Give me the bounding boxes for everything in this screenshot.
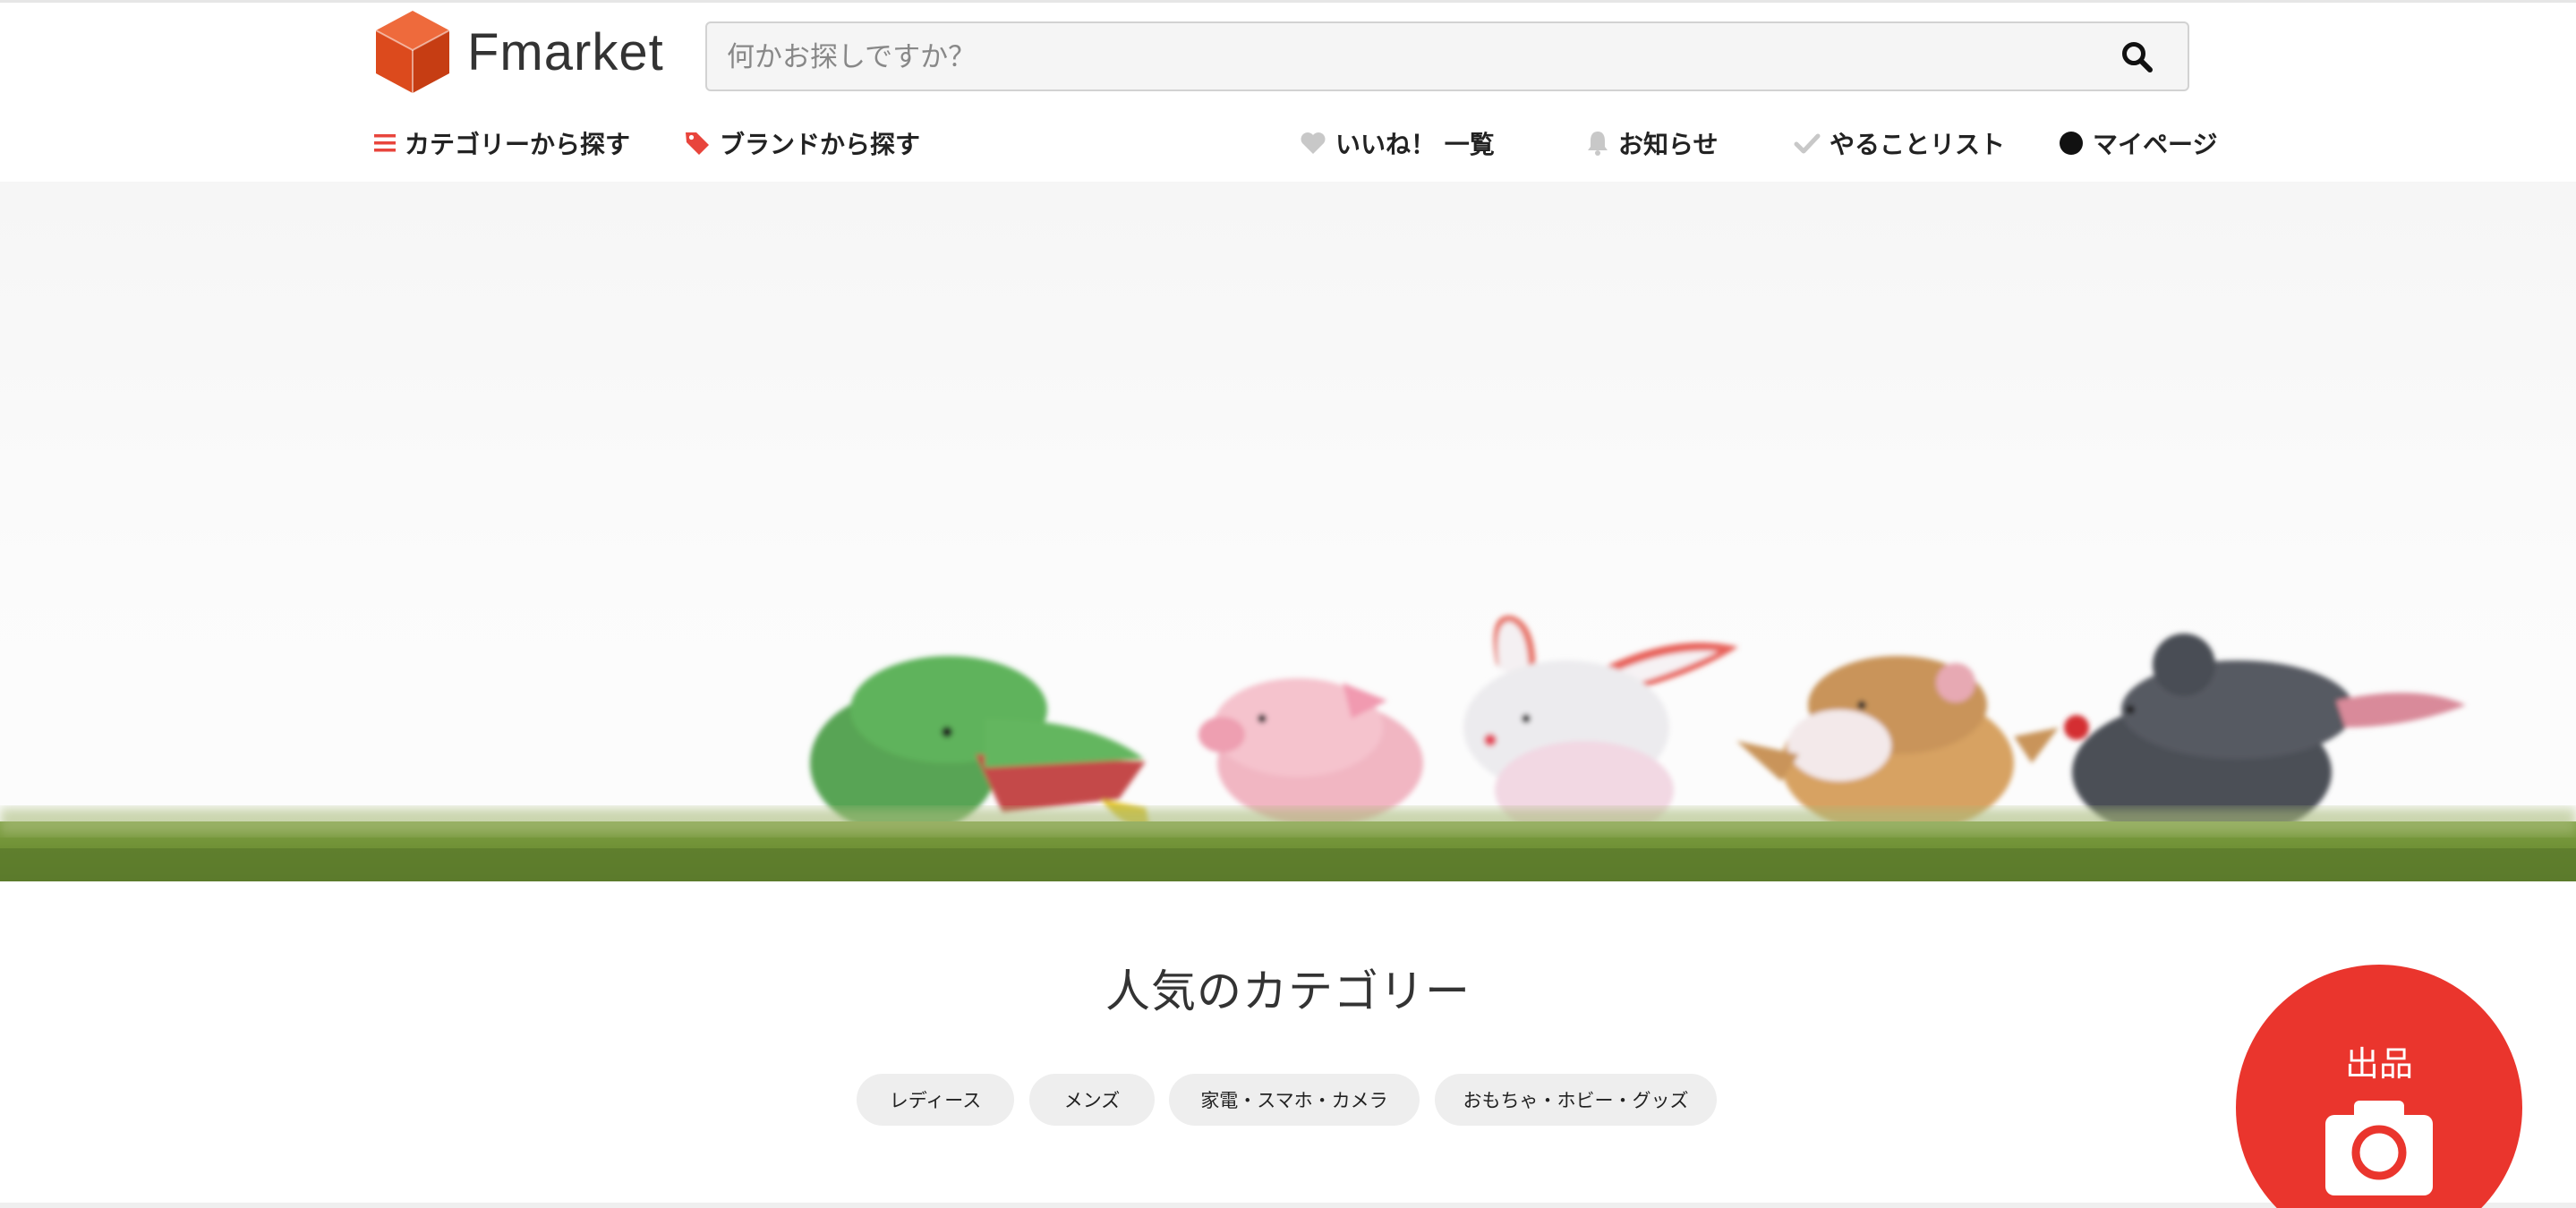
hero-image: [0, 615, 2576, 881]
menu-icon: [374, 134, 396, 152]
category-chip-list: レディース メンズ 家電・スマホ・カメラ おもちゃ・ホビー・グッズ: [0, 1074, 2576, 1127]
nav-todo-label: やることリスト: [1830, 130, 2006, 159]
category-chip-toys-hobby[interactable]: おもちゃ・ホビー・グッズ: [1435, 1074, 1717, 1126]
sell-label: 出品: [2344, 1044, 2413, 1084]
nav-todo[interactable]: やることリスト: [1794, 125, 2005, 161]
nav-notifications-label: お知らせ: [1618, 130, 1719, 159]
hero-banner[interactable]: [0, 182, 2576, 881]
search-button[interactable]: [2120, 39, 2155, 75]
nav-mypage[interactable]: マイページ: [2059, 125, 2217, 161]
category-chip-mens[interactable]: メンズ: [1029, 1074, 1155, 1126]
bell-icon: [1588, 132, 1608, 156]
white-rabbit-puppet: [1463, 615, 1738, 839]
pink-pig-puppet: [1198, 678, 1423, 826]
search-bar: [705, 21, 2189, 91]
category-chip-ladies[interactable]: レディース: [857, 1074, 1014, 1126]
nav-likes-label: いいね！ 一覧: [1335, 130, 1495, 159]
user-dot-icon: [2060, 132, 2083, 155]
nav-brand-search[interactable]: ブランドから探す: [684, 125, 920, 161]
category-chip-electronics[interactable]: 家電・スマホ・カメラ: [1169, 1074, 1420, 1126]
logo[interactable]: Fmarket: [374, 9, 664, 95]
nav-mypage-label: マイページ: [2093, 130, 2218, 159]
app-root: Fmarket カテゴリーから探す ブランドから探す いいね！ 一: [0, 0, 2576, 1208]
logo-cube-icon: [375, 11, 450, 93]
search-icon: [2122, 42, 2153, 72]
check-icon: [1794, 133, 1821, 154]
nav-likes[interactable]: いいね！ 一覧: [1300, 125, 1495, 161]
nav-category-search[interactable]: カテゴリーから探す: [374, 125, 630, 161]
popular-categories-title: 人気のカテゴリー: [1105, 966, 1471, 1017]
logo-text: Fmarket: [467, 22, 664, 81]
top-rule: [0, 0, 2576, 3]
bottom-rule: [0, 1203, 2576, 1208]
camera-icon: [2325, 1101, 2433, 1195]
nav-notifications[interactable]: お知らせ: [1586, 125, 1718, 161]
heart-icon: [1301, 132, 1326, 154]
tag-icon: [686, 132, 709, 155]
nav-category-label: カテゴリーから探す: [405, 130, 631, 159]
search-input[interactable]: [725, 23, 2089, 91]
nav-brand-label: ブランドから探す: [720, 130, 921, 159]
